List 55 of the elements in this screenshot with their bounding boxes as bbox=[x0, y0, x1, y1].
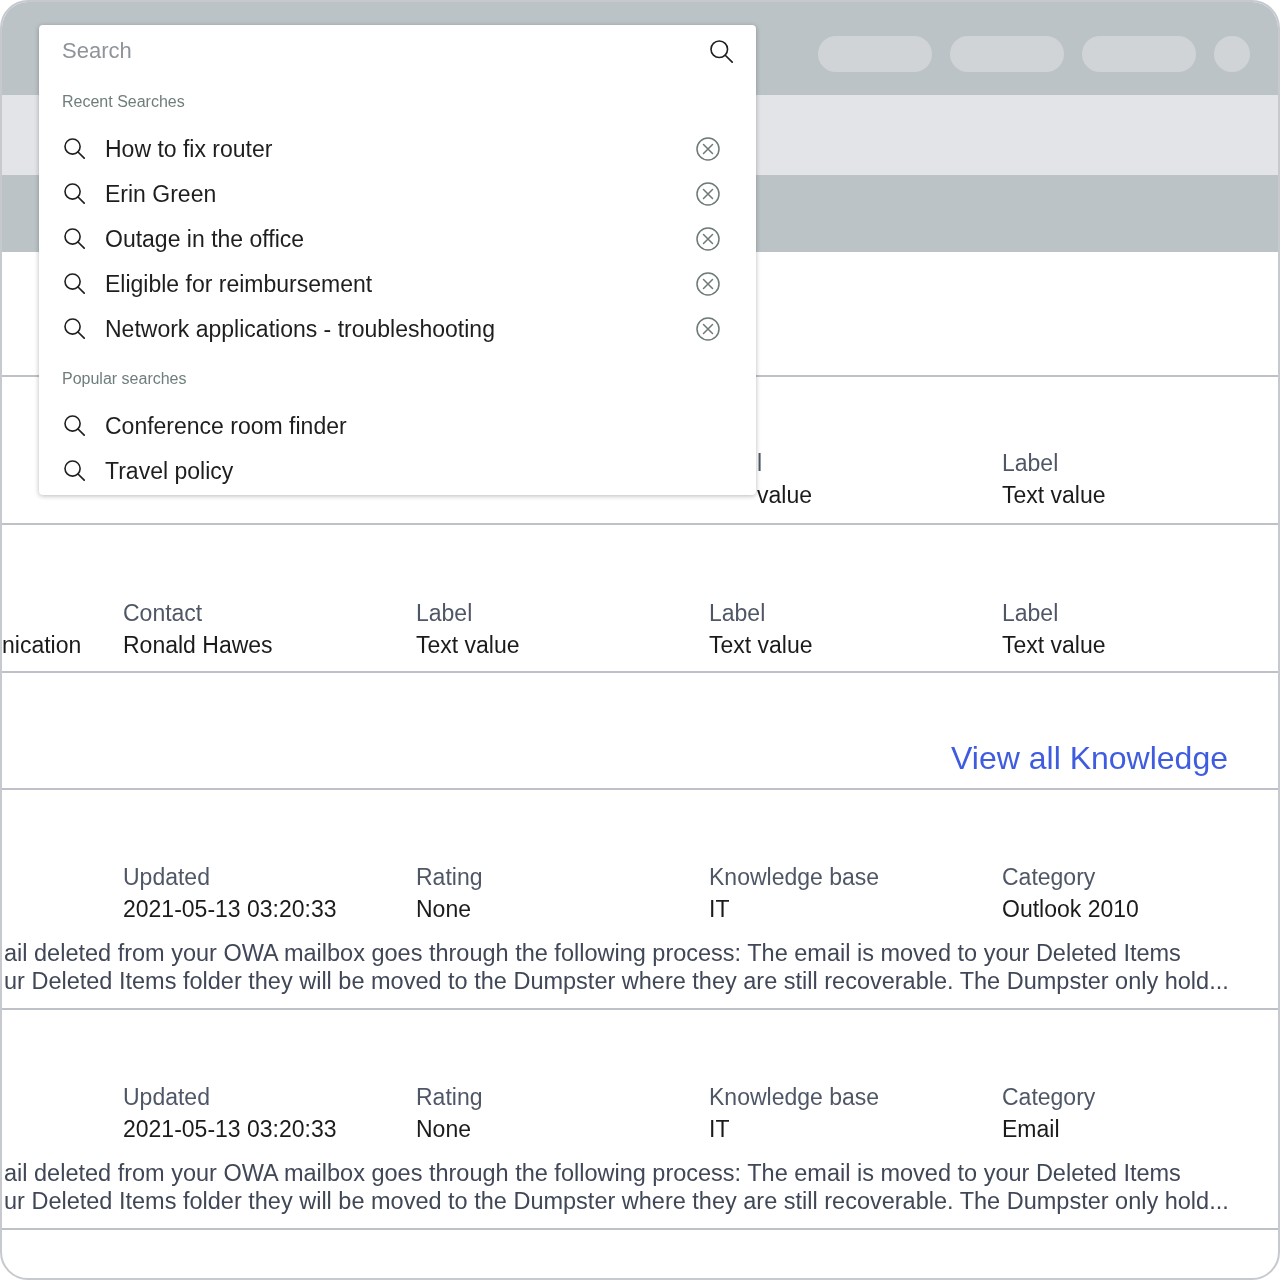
search-icon[interactable] bbox=[710, 39, 733, 63]
clear-icon[interactable] bbox=[696, 316, 720, 341]
section-heading: Recent Searches bbox=[62, 92, 185, 112]
field-label: Label bbox=[1002, 599, 1059, 628]
field-value: Text value bbox=[1002, 481, 1106, 510]
field-value: IT bbox=[709, 1115, 730, 1144]
search-icon bbox=[64, 318, 85, 339]
clear-icon[interactable] bbox=[696, 271, 720, 296]
search-icon bbox=[64, 273, 85, 294]
search-suggestion[interactable]: Network applications - troubleshooting bbox=[64, 313, 495, 344]
field-label: Label bbox=[1002, 449, 1059, 478]
view-all-link[interactable]: View all Knowledge bbox=[951, 738, 1228, 778]
search-icon bbox=[64, 138, 85, 159]
field-value: nication bbox=[2, 631, 82, 660]
field-value: 2021-05-13 03:20:33 bbox=[123, 895, 337, 924]
field-value: 2021-05-13 03:20:33 bbox=[123, 1115, 337, 1144]
field-value: Text value bbox=[416, 631, 520, 660]
search-icon bbox=[64, 183, 85, 204]
article-excerpt: ail deleted from your OWA mailbox goes through the following process: The email is moved to your Deleted Items ur Deleted Items folder they will be moved to the Dumpster where they are still recoverable. The Dumpster only hold... bbox=[3, 939, 1229, 995]
search-icon bbox=[64, 228, 85, 249]
search-suggestion[interactable]: Conference room finder bbox=[64, 410, 347, 441]
search-icon bbox=[64, 415, 85, 436]
field-value: Email bbox=[1002, 1115, 1060, 1144]
field-label: Rating bbox=[416, 1083, 483, 1112]
field-label: Category bbox=[1002, 863, 1096, 892]
clear-icon[interactable] bbox=[696, 136, 720, 161]
article-excerpt: ail deleted from your OWA mailbox goes through the following process: The email is moved to your Deleted Items ur Deleted Items folder they will be moved to the Dumpster where they are still recoverable. The Dumpster only hold... bbox=[3, 1159, 1229, 1215]
field-label: Label bbox=[416, 599, 473, 628]
field-label: Knowledge base bbox=[709, 863, 880, 892]
field-value: Text value bbox=[1002, 631, 1106, 660]
field-label: Knowledge base bbox=[709, 1083, 880, 1112]
search-suggestion[interactable]: Erin Green bbox=[64, 178, 217, 209]
field-label: Rating bbox=[416, 863, 483, 892]
field-value: None bbox=[416, 1115, 471, 1144]
field-value: Outlook 2010 bbox=[1002, 895, 1139, 924]
search-suggestion[interactable]: Eligible for reimbursement bbox=[64, 268, 373, 299]
search-icon bbox=[64, 460, 85, 481]
field-label: Updated bbox=[123, 863, 210, 892]
field-value: Ronald Hawes bbox=[123, 631, 273, 660]
search-suggestion[interactable]: How to fix router bbox=[64, 133, 273, 164]
field-value: Text value bbox=[709, 631, 813, 660]
field-label: Label bbox=[709, 599, 766, 628]
search-suggestion[interactable]: Outage in the office bbox=[64, 223, 305, 254]
section-heading: Popular searches bbox=[62, 369, 187, 389]
field-label: Updated bbox=[123, 1083, 210, 1112]
search-field[interactable]: Search bbox=[62, 34, 710, 68]
field-value: value bbox=[757, 481, 812, 510]
field-label: Category bbox=[1002, 1083, 1096, 1112]
field-value: None bbox=[416, 895, 471, 924]
field-value: IT bbox=[709, 895, 730, 924]
clear-icon[interactable] bbox=[696, 181, 720, 206]
field-label: l bbox=[757, 449, 763, 478]
search-suggestion[interactable]: Travel policy bbox=[64, 455, 234, 486]
field-label: Contact bbox=[123, 599, 203, 628]
clear-icon[interactable] bbox=[696, 226, 720, 251]
